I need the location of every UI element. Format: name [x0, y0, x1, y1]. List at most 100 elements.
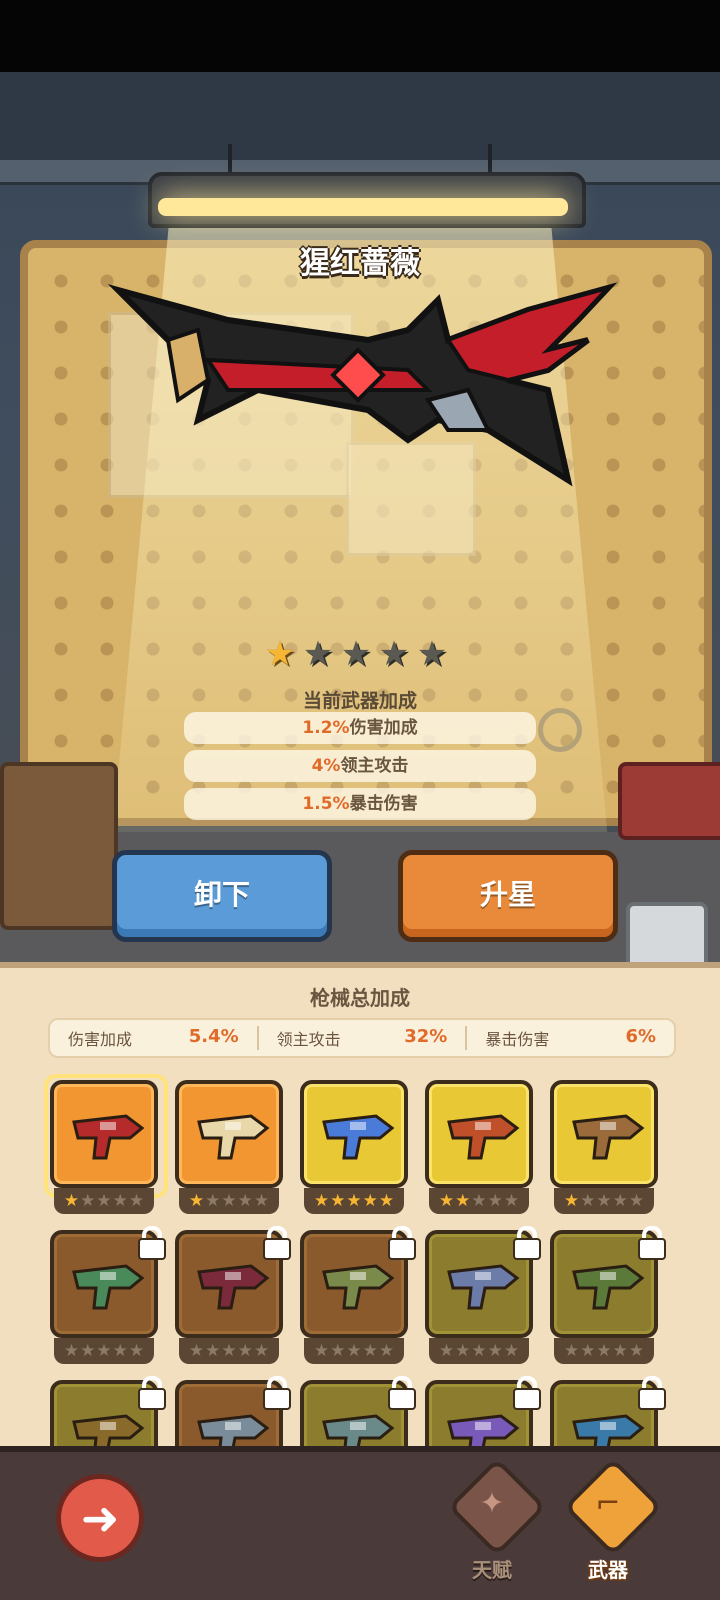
star-empty-icon: ★ — [378, 634, 410, 674]
summary-label: 暴击伤害 — [485, 1030, 550, 1049]
star-filled-icon: ★ — [378, 1191, 395, 1211]
star-empty-icon: ★ — [580, 1191, 596, 1211]
weapon-card[interactable]: ★★★★★ — [175, 1226, 291, 1370]
talent-icon: ✦ — [479, 1486, 505, 1521]
star-empty-icon: ★ — [80, 1341, 96, 1361]
star-filled-icon: ★ — [346, 1191, 362, 1211]
summary-label: 伤害加成 — [68, 1030, 133, 1049]
star-empty-icon: ★ — [330, 1341, 346, 1361]
weapon-card[interactable]: ★★★★★ — [50, 1226, 166, 1370]
star-empty-icon: ★ — [96, 1341, 112, 1361]
star-empty-icon: ★ — [438, 1341, 455, 1361]
toolbox — [0, 762, 118, 930]
star-empty-icon: ★ — [471, 1341, 487, 1361]
weapon-card-stars: ★★★★★ — [429, 1338, 529, 1364]
star-empty-icon: ★ — [237, 1191, 253, 1211]
dino-gun-icon — [72, 1264, 145, 1310]
weapon-tile — [425, 1080, 533, 1188]
bonus-label: 领主攻击 — [340, 756, 409, 776]
weapon-card[interactable]: ✔★★★★★ — [44, 1074, 168, 1220]
weapon-screen: 猩红蔷薇 ★ ★ ★ ★ ★ 当前武器加成 1.2%伤害加成 4%领主攻击 1.5%暴击… — [0, 0, 720, 1600]
star-empty-icon: ★ — [205, 1341, 221, 1361]
weapon-card-stars: ★★★★★ — [304, 1188, 404, 1214]
summary-crit-damage: 暴击伤害 6% — [467, 1026, 674, 1050]
teddy-launcher-icon — [572, 1114, 645, 1160]
unequip-button[interactable]: 卸下 — [112, 850, 332, 942]
bonus-value: 1.2% — [302, 718, 350, 738]
books — [618, 762, 720, 840]
star-empty-icon: ★ — [112, 1191, 128, 1211]
star-empty-icon: ★ — [416, 634, 448, 674]
weapon-card-stars: ★★★★★ — [179, 1338, 279, 1364]
star-empty-icon: ★ — [628, 1341, 645, 1361]
star-empty-icon: ★ — [471, 1191, 487, 1211]
candy-blaster-icon — [322, 1114, 395, 1160]
star-empty-icon: ★ — [96, 1191, 112, 1211]
weapon-preview-icon — [108, 282, 618, 487]
star-empty-icon: ★ — [63, 1341, 80, 1361]
upgrade-star-button[interactable]: 升星 — [398, 850, 618, 942]
star-empty-icon: ★ — [455, 1341, 471, 1361]
star-empty-icon: ★ — [596, 1341, 612, 1361]
bonus-line: 4%领主攻击 — [184, 750, 536, 782]
lock-icon — [511, 1376, 541, 1410]
mug — [626, 902, 708, 962]
nav-talent[interactable]: ✦ 天赋 — [444, 1457, 547, 1590]
weapon-card-stars: ★★★★★ — [54, 1188, 154, 1214]
weapon-collection-panel: 枪械总加成 伤害加成5.4% 领主攻击32% 暴击伤害6% ✔★★★★★★★★★… — [0, 962, 720, 1514]
total-bonus-summary: 伤害加成 5.4% 领主攻击 32% 暴击伤害 6% — [48, 1018, 676, 1058]
weapon-card[interactable]: ★★★★★ — [300, 1080, 408, 1220]
nav-weapon[interactable]: ⌐ 武器 — [560, 1457, 663, 1590]
bottom-nav: ➜ ✦ 天赋 ⌐ 武器 — [0, 1446, 720, 1600]
star-empty-icon: ★ — [580, 1341, 596, 1361]
weapon-name: 猩红蔷薇 — [300, 246, 420, 281]
lock-icon — [386, 1226, 416, 1260]
weapon-card[interactable]: ★★★★★ — [300, 1226, 416, 1370]
lock-icon — [636, 1376, 666, 1410]
laser-rifle-icon — [447, 1264, 520, 1310]
star-empty-icon: ★ — [340, 634, 372, 674]
star-empty-icon: ★ — [128, 1191, 145, 1211]
lock-icon — [261, 1226, 291, 1260]
back-arrow-icon[interactable]: ➜ — [56, 1474, 144, 1562]
weapon-card[interactable]: ★★★★★ — [425, 1080, 533, 1220]
weapon-card[interactable]: ★★★★★ — [175, 1080, 283, 1220]
star-empty-icon: ★ — [378, 1341, 395, 1361]
current-bonus-title: 当前武器加成 — [302, 690, 417, 712]
star-empty-icon: ★ — [628, 1191, 645, 1211]
weapon-card[interactable]: ★★★★★ — [550, 1226, 666, 1370]
star-filled-icon: ★ — [313, 1191, 330, 1211]
star-empty-icon: ★ — [503, 1341, 520, 1361]
lock-icon — [386, 1376, 416, 1410]
star-filled-icon: ★ — [264, 634, 296, 674]
nav-weapon-label: 武器 — [588, 1558, 628, 1582]
summary-lord-attack: 领主攻击 32% — [259, 1026, 468, 1050]
weapon-card-stars: ★★★★★ — [554, 1338, 654, 1364]
star-empty-icon: ★ — [128, 1341, 145, 1361]
weapon-star-rating: ★ ★ ★ ★ ★ — [262, 636, 452, 676]
star-empty-icon: ★ — [503, 1191, 520, 1211]
weapon-card-stars: ★★★★★ — [179, 1188, 279, 1214]
bonus-value: 4% — [311, 756, 341, 776]
weapon-card[interactable]: ★★★★★ — [425, 1226, 541, 1370]
star-empty-icon: ★ — [253, 1341, 270, 1361]
weapon-tile — [550, 1080, 658, 1188]
summary-value: 6% — [625, 1026, 657, 1047]
star-filled-icon: ★ — [330, 1191, 346, 1211]
star-empty-icon: ★ — [205, 1191, 221, 1211]
bone-cannon-icon — [197, 1114, 270, 1160]
weapon-card-stars: ★★★★★ — [554, 1188, 654, 1214]
bonus-line: 1.2%伤害加成 — [184, 712, 536, 744]
lock-icon — [636, 1226, 666, 1260]
gun-icon: ⌐ — [595, 1486, 621, 1521]
scrap-shotgun-icon — [447, 1114, 520, 1160]
lock-icon — [136, 1226, 166, 1260]
weapon-card[interactable]: ★★★★★ — [550, 1080, 658, 1220]
star-filled-icon: ★ — [455, 1191, 471, 1211]
star-filled-icon: ★ — [438, 1191, 455, 1211]
star-filled-icon: ★ — [563, 1191, 580, 1211]
star-empty-icon: ★ — [612, 1341, 628, 1361]
lock-icon — [136, 1376, 166, 1410]
star-empty-icon: ★ — [487, 1191, 503, 1211]
nav-talent-label: 天赋 — [472, 1558, 512, 1582]
